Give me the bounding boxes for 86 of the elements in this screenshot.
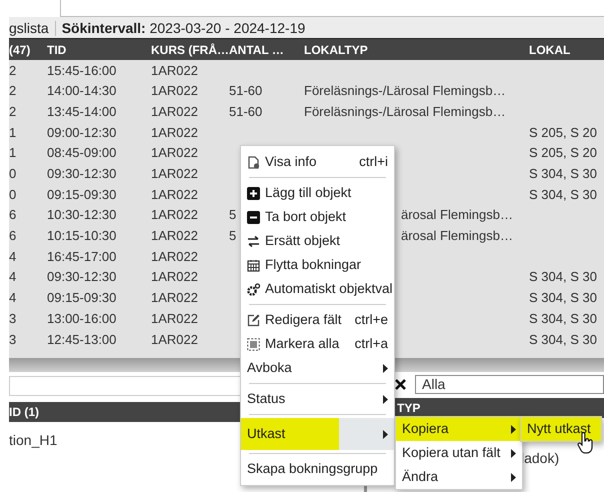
toolbar-title: gslista — [9, 18, 49, 38]
table-cell: 4 — [9, 269, 16, 284]
table-cell: Föreläsnings-/Lärosal Flemingsb… — [304, 104, 506, 119]
table-cell: 09:15-09:30 — [47, 290, 116, 306]
menu-item[interactable]: Ändra — [396, 465, 522, 489]
table-cell: 1AR022 — [151, 290, 198, 306]
table-cell: Föreläsnings-/Lärosal Flemingsb… — [304, 83, 506, 98]
column-header[interactable]: TYP — [397, 399, 420, 417]
table-cell: 2 — [9, 83, 16, 98]
table-cell: 1AR022 — [151, 83, 198, 98]
menu-item[interactable]: Ersätt objekt — [241, 229, 394, 253]
column-header[interactable]: (47) — [9, 40, 40, 58]
table-cell: 10:30-12:30 — [47, 207, 116, 222]
filter-field[interactable]: Alla — [415, 375, 604, 394]
table-cell: 12:45-13:00 — [47, 332, 116, 347]
table-cell: 1AR022 — [151, 248, 198, 264]
table-cell: 1AR022 — [151, 145, 198, 160]
table-cell: 15:45-16:00 — [47, 62, 116, 78]
menu-item[interactable]: Utkast — [241, 418, 394, 450]
menu-item[interactable]: Kopiera utan fält — [396, 441, 522, 465]
table-cell: 09:30-12:30 — [47, 269, 116, 284]
table-cell: 1AR022 — [151, 269, 198, 284]
table-cell: S 205, S 20 — [529, 145, 597, 160]
menu-item[interactable]: Avboka — [241, 356, 394, 380]
column-header[interactable]: ID (1) — [9, 403, 39, 421]
table-cell: 13:45-14:00 — [47, 104, 116, 119]
table-cell: 5 — [229, 228, 236, 244]
menu-item[interactable]: Skapa bokningsgrupp — [241, 457, 394, 481]
table-cell: 3 — [9, 332, 16, 347]
menu-item[interactable]: Flytta bokningar — [241, 253, 394, 277]
table-cell: 09:00-12:30 — [47, 124, 116, 140]
menu-item[interactable]: Redigera fält ctrl+e — [241, 308, 394, 332]
table-cell: 1AR022 — [151, 166, 198, 182]
column-header[interactable]: LOKALTYP — [298, 40, 523, 58]
table-cell: S 304, S 30 — [529, 310, 597, 326]
table-cell: 4 — [9, 248, 16, 264]
table-cell: 2 — [9, 104, 16, 119]
table-cell: S 304, S 30 — [529, 290, 597, 306]
menu-item[interactable]: Nytt utkast — [521, 417, 601, 441]
table-cell: S 205, S 20 — [529, 124, 597, 140]
table-cell: S 304, S 30 — [529, 269, 597, 284]
table-cell: 1AR022 — [151, 207, 198, 222]
table-cell: 0 — [9, 186, 16, 202]
table-cell: 1AR022 — [151, 62, 198, 78]
table-cell: 08:45-09:00 — [47, 145, 116, 160]
table-cell: 3 — [9, 310, 16, 326]
menu-item[interactable]: Markera alla ctrl+a — [241, 332, 394, 356]
table-cell: 1AR022 — [151, 310, 198, 326]
menu-item[interactable]: Automatiskt objektval — [241, 277, 394, 301]
menu-item[interactable]: Visa info ctrl+i — [241, 150, 394, 174]
menu-item[interactable]: Ta bort objekt — [241, 205, 394, 229]
table-cell: 51-60 — [229, 83, 262, 98]
column-header[interactable]: LOKAL — [523, 40, 604, 58]
column-header[interactable]: ANTAL … — [228, 40, 298, 58]
table-cell: 09:15-09:30 — [47, 186, 116, 202]
table-cell: 1AR022 — [151, 104, 198, 119]
table-cell: 51-60 — [229, 104, 262, 119]
menu-item[interactable]: Status — [241, 387, 394, 411]
column-header[interactable]: TID — [40, 40, 145, 58]
table-cell: 13:00-16:00 — [47, 310, 116, 326]
table-cell: 10:15-10:30 — [47, 228, 116, 244]
table-cell: 16:45-17:00 — [47, 248, 116, 264]
table-cell: 14:00-14:30 — [47, 83, 116, 98]
search-interval: Sökintervall: 2023-03-20 - 2024-12-19 — [62, 18, 306, 38]
table-cell: 1AR022 — [151, 228, 198, 244]
menu-item[interactable]: Lägg till objekt — [241, 181, 394, 205]
table-cell: 1 — [9, 145, 16, 160]
table-cell: 2 — [9, 62, 16, 78]
table-cell: tion_H1 — [9, 432, 58, 448]
table-cell: 1AR022 — [151, 332, 198, 347]
table-cell: 1AR022 — [151, 124, 198, 140]
table-cell: 6 — [9, 228, 16, 244]
table-cell: S 304, S 30 — [529, 186, 597, 202]
table-cell: 4 — [9, 290, 16, 306]
table-cell: 1AR022 — [151, 186, 198, 202]
table-cell: ärosal Flemingsb… — [401, 228, 513, 244]
table-cell: 09:30-12:30 — [47, 166, 116, 182]
table-cell: 5 — [229, 207, 236, 222]
table-cell: ärosal Flemingsb… — [401, 207, 513, 222]
table-cell: 0 — [9, 166, 16, 182]
menu-item[interactable]: Kopiera — [396, 417, 522, 441]
table-cell: S 304, S 30 — [529, 166, 597, 182]
column-header[interactable]: KURS (FRÅ… — [145, 40, 228, 58]
table-cell: 1 — [9, 124, 16, 140]
table-cell: 6 — [9, 207, 16, 222]
table-cell: S 304, S 30 — [529, 332, 597, 347]
